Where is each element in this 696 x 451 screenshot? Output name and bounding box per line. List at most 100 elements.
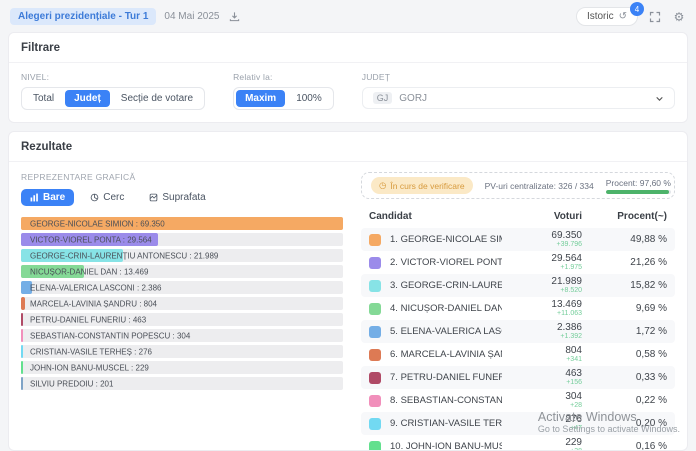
candidate-name: VICTOR-VIOREL PONTA — [401, 257, 502, 268]
chart-bar-row: SEBASTIAN-CONSTANTIN POPESCU : 304 — [21, 329, 343, 342]
candidate-row: 1. GEORGE-NICOLAE SIMION 69.350 +39.796 … — [361, 228, 675, 251]
chart-bar-fill — [21, 377, 23, 390]
progress-bar-fill — [606, 190, 670, 194]
judet-select[interactable]: GJ GORJ — [362, 87, 675, 109]
candidate-votes: 2.386 — [502, 322, 582, 333]
procent-label: Procent: 97,60 % — [606, 178, 671, 188]
election-type-badge[interactable]: Alegeri prezidențiale - Tur 1 — [10, 8, 156, 25]
candidate-rank: 1. — [390, 234, 398, 245]
tab-suprafata[interactable]: Suprafata — [140, 189, 214, 206]
candidate-table: 1. GEORGE-NICOLAE SIMION 69.350 +39.796 … — [361, 228, 675, 451]
nivel-option-judet[interactable]: Județ — [65, 90, 110, 107]
chart-bar-row: CRISTIAN-VASILE TERHEȘ : 276 — [21, 345, 343, 358]
chart-bar-fill — [21, 313, 23, 326]
clock-icon: ◷ — [379, 180, 386, 191]
candidate-row: 8. SEBASTIAN-CONSTANTIN POPESCU 304 +28 … — [361, 389, 675, 412]
verification-badge: ◷ În curs de verificare — [371, 177, 473, 194]
bar-chart: GEORGE-NICOLAE SIMION : 69.350 VICTOR-VI… — [21, 217, 343, 390]
candidate-votes: 13.469 — [502, 299, 582, 310]
candidate-rank: 10. — [390, 441, 403, 451]
chart-bar-label: SEBASTIAN-CONSTANTIN POPESCU : 304 — [30, 331, 190, 340]
nivel-option-sectie[interactable]: Secție de votare — [112, 90, 202, 107]
chart-bar-fill — [21, 329, 23, 342]
candidate-row: 2. VICTOR-VIOREL PONTA 29.564 +1.975 21,… — [361, 251, 675, 274]
candidate-name: JOHN-ION BANU-MUSCEL — [406, 441, 502, 451]
candidate-row: 5. ELENA-VALERICA LASCONI 2.386 +1.392 1… — [361, 320, 675, 343]
candidate-votes-delta: +1.975 — [502, 264, 582, 272]
filter-group-relativ: Relativ la: Maxim 100% — [233, 72, 334, 110]
relativ-label: Relativ la: — [233, 72, 334, 82]
election-date: 04 Mai 2025 — [164, 11, 219, 22]
chart-bar-fill — [21, 345, 23, 358]
candidate-row: 6. MARCELA-LAVINIA ȘANDRU 804 +341 0,58 … — [361, 343, 675, 366]
chart-bar-row: VICTOR-VIOREL PONTA : 29.564 — [21, 233, 343, 246]
judet-code-badge: GJ — [373, 92, 393, 104]
tab-suprafata-label: Suprafata — [162, 192, 205, 203]
candidate-percent: 21,26 % — [582, 257, 667, 268]
export-icon[interactable] — [227, 10, 241, 24]
candidate-name: GEORGE-CRIN-LAURENȚIU ANTONESCU — [401, 280, 502, 291]
candidate-votes-delta: +47 — [502, 425, 582, 433]
history-icon: ↺ — [619, 11, 627, 22]
chart-bar-row: SILVIU PREDOIU : 201 — [21, 377, 343, 390]
table-header-row: Candidat Voturi Procent(~) — [361, 206, 675, 228]
relativ-option-100[interactable]: 100% — [287, 90, 331, 107]
candidate-votes-delta: +1.392 — [502, 333, 582, 341]
fullscreen-icon[interactable] — [648, 10, 662, 24]
candidate-color-swatch — [369, 234, 381, 246]
chart-section-label: REPREZENTARE GRAFICĂ — [21, 172, 343, 182]
candidate-name: PETRU-DANIEL FUNERIU — [401, 372, 502, 383]
chart-bar-row: GEORGE-NICOLAE SIMION : 69.350 — [21, 217, 343, 230]
bar-chart-icon — [30, 193, 39, 202]
tab-cerc[interactable]: Cerc — [81, 189, 133, 206]
candidate-row: 7. PETRU-DANIEL FUNERIU 463 +156 0,33 % — [361, 366, 675, 389]
results-card-title: Rezultate — [9, 132, 687, 162]
filter-card-title: Filtrare — [9, 33, 687, 63]
nivel-option-total[interactable]: Total — [24, 90, 63, 107]
chart-bar-label: PETRU-DANIEL FUNERIU : 463 — [30, 315, 146, 324]
chevron-down-icon — [655, 94, 664, 103]
candidate-color-swatch — [369, 303, 381, 315]
procent-progress: Procent: 97,60 % — [606, 178, 671, 194]
candidate-votes-delta: +39.796 — [502, 241, 582, 249]
candidate-color-swatch — [369, 257, 381, 269]
relativ-option-maxim[interactable]: Maxim — [236, 90, 285, 107]
tab-cerc-label: Cerc — [103, 192, 124, 203]
pv-centralizate-text: PV-uri centralizate: 326 / 334 — [485, 181, 594, 191]
istoric-label: Istoric — [587, 11, 614, 22]
candidate-percent: 0,22 % — [582, 395, 667, 406]
candidate-votes: 463 — [502, 368, 582, 379]
candidate-rank: 2. — [390, 257, 398, 268]
results-card: Rezultate REPREZENTARE GRAFICĂ Bare Cerc — [8, 131, 688, 451]
area-chart-icon — [149, 193, 158, 202]
candidate-color-swatch — [369, 349, 381, 361]
chart-bar-label: CRISTIAN-VASILE TERHEȘ : 276 — [30, 347, 152, 356]
candidate-votes-delta: +156 — [502, 379, 582, 387]
chart-bar-row: MARCELA-LAVINIA ȘANDRU : 804 — [21, 297, 343, 310]
tab-bare-label: Bare — [43, 192, 65, 203]
candidate-votes: 69.350 — [502, 230, 582, 241]
chart-bar-label: ELENA-VALERICA LASCONI : 2.386 — [30, 283, 161, 292]
istoric-count-badge: 4 — [630, 2, 644, 16]
chart-bar-row: NICUȘOR-DANIEL DAN : 13.469 — [21, 265, 343, 278]
candidate-rank: 6. — [390, 349, 398, 360]
judet-label: JUDEȚ — [362, 72, 675, 82]
candidate-color-swatch — [369, 395, 381, 407]
pie-chart-icon — [90, 193, 99, 202]
nivel-label: NIVEL: — [21, 72, 205, 82]
chart-bar-row: JOHN-ION BANU-MUSCEL : 229 — [21, 361, 343, 374]
candidate-color-swatch — [369, 280, 381, 292]
candidate-color-swatch — [369, 441, 381, 451]
candidate-row: 9. CRISTIAN-VASILE TERHEȘ 276 +47 0,20 % — [361, 412, 675, 435]
istoric-button[interactable]: Istoric ↺ 4 — [576, 7, 638, 26]
chart-bar-row: PETRU-DANIEL FUNERIU : 463 — [21, 313, 343, 326]
judet-selected-value: GORJ — [399, 93, 427, 104]
candidate-name: NICUȘOR-DANIEL DAN — [401, 303, 502, 314]
candidate-name: MARCELA-LAVINIA ȘANDRU — [401, 349, 502, 360]
settings-gear-icon[interactable]: ⚙ — [672, 10, 686, 24]
candidate-votes: 229 — [502, 437, 582, 448]
tab-bare[interactable]: Bare — [21, 189, 74, 206]
candidate-votes: 804 — [502, 345, 582, 356]
chart-bar-label: VICTOR-VIOREL PONTA : 29.564 — [30, 235, 152, 244]
chart-bar-row: ELENA-VALERICA LASCONI : 2.386 — [21, 281, 343, 294]
